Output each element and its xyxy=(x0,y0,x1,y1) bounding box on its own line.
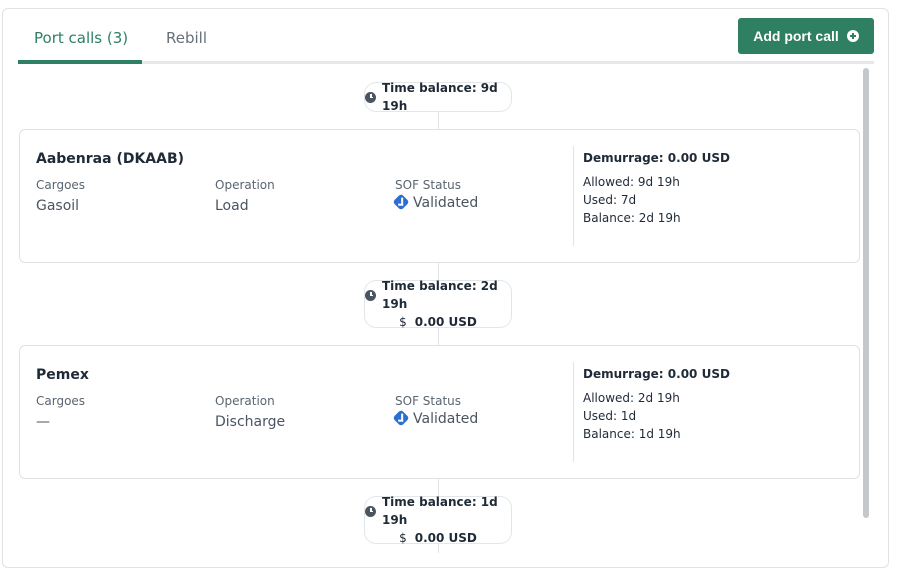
demurrage-total: Demurrage: 0.00 USD xyxy=(583,367,730,381)
balance-time: Balance: 1d 19h xyxy=(583,427,681,441)
sof-status-label: SOF Status xyxy=(395,394,462,408)
tab-active-indicator xyxy=(18,60,142,64)
sof-status-label: SOF Status xyxy=(395,178,462,192)
cargoes-value: — xyxy=(36,414,50,430)
sof-status-value: Validated xyxy=(392,409,479,427)
demurrage-amount: 0.00 USD xyxy=(414,531,477,545)
time-balance-text: Time balance: 1d 19h xyxy=(382,495,498,527)
clock-icon xyxy=(365,289,376,301)
operation-value: Load xyxy=(215,198,249,214)
time-balance-pill: Time balance: 2d 19h $ 0.00 USD xyxy=(364,279,512,329)
sof-status-text: Validated xyxy=(413,195,479,211)
tab-underline xyxy=(18,61,874,64)
clock-icon xyxy=(365,505,376,517)
cargoes-label: Cargoes xyxy=(36,394,86,408)
card-divider xyxy=(573,362,574,462)
balance-time: Balance: 2d 19h xyxy=(583,211,681,225)
scrollbar-thumb[interactable] xyxy=(863,68,869,518)
demurrage-total: Demurrage: 0.00 USD xyxy=(583,151,730,165)
cargoes-label: Cargoes xyxy=(36,178,86,192)
used-time: Used: 7d xyxy=(583,193,637,207)
dollar-icon: $ xyxy=(399,315,407,329)
demurrage-amount: 0.00 USD xyxy=(414,315,477,329)
operation-value: Discharge xyxy=(215,414,286,430)
card-divider xyxy=(573,146,574,246)
operation-label: Operation xyxy=(215,178,275,192)
clock-icon xyxy=(365,91,376,103)
used-time: Used: 1d xyxy=(583,409,637,423)
allowed-time: Allowed: 9d 19h xyxy=(583,175,680,189)
validated-check-icon xyxy=(392,193,410,211)
port-call-card[interactable]: Aabenraa (DKAAB) Cargoes Gasoil Operatio… xyxy=(19,129,860,263)
sof-status-text: Validated xyxy=(413,411,479,427)
tab-port-calls[interactable]: Port calls (3) xyxy=(18,18,144,62)
time-balance-text: Time balance: 2d 19h xyxy=(382,279,498,311)
allowed-time: Allowed: 2d 19h xyxy=(583,391,680,405)
time-balance-pill: Time balance: 1d 19h $ 0.00 USD xyxy=(364,495,512,545)
add-port-call-button[interactable]: Add port call xyxy=(738,18,874,54)
operation-label: Operation xyxy=(215,394,275,408)
validated-check-icon xyxy=(392,409,410,427)
cargoes-value: Gasoil xyxy=(36,198,80,214)
time-balance-text: Time balance: 9d 19h xyxy=(382,81,498,113)
port-name: Pemex xyxy=(36,367,89,383)
dollar-icon: $ xyxy=(399,531,407,545)
sof-status-value: Validated xyxy=(392,193,479,211)
add-port-call-label: Add port call xyxy=(753,28,839,44)
plus-circle-icon xyxy=(846,30,859,42)
port-name: Aabenraa (DKAAB) xyxy=(36,151,185,167)
port-call-card[interactable]: Pemex Cargoes — Operation Discharge SOF … xyxy=(19,345,860,479)
tab-rebill[interactable]: Rebill xyxy=(150,18,223,62)
time-balance-pill: Time balance: 9d 19h xyxy=(364,81,512,113)
